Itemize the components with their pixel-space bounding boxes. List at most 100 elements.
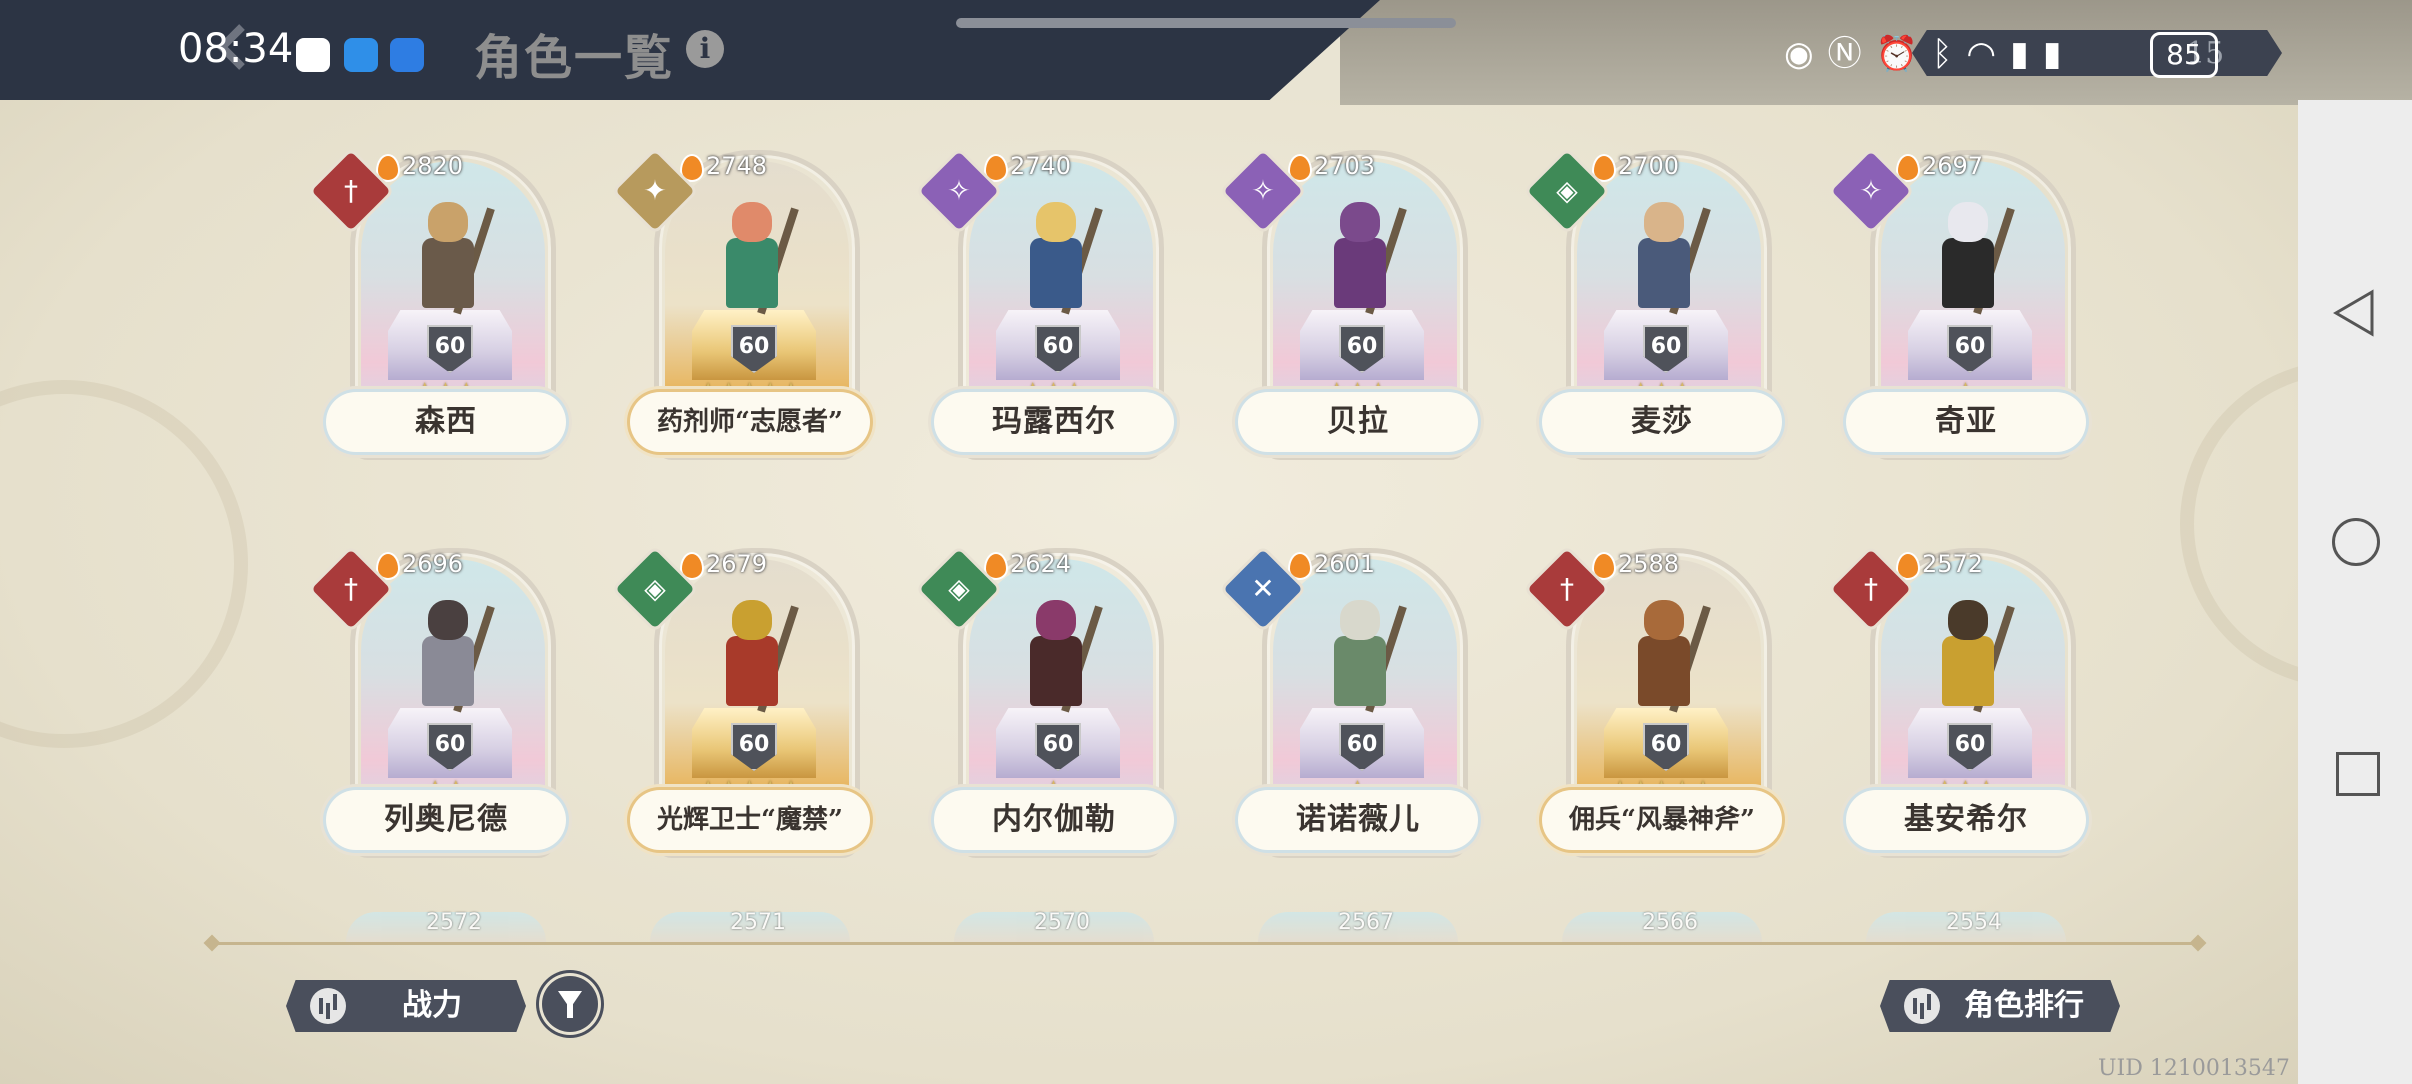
sword-icon-glyph: † — [1864, 572, 1878, 605]
character-card[interactable]: 60★★★★★2679◈光辉卫士“魔禁” — [611, 538, 870, 898]
nav-recents-icon[interactable] — [2336, 752, 2380, 796]
character-name: 森西 — [326, 392, 566, 452]
power-value: 2700 — [1618, 152, 1680, 180]
ranking-icon — [1904, 988, 1940, 1024]
character-body — [1334, 636, 1386, 706]
weibo-notification-icon — [344, 38, 378, 72]
partial-character-card[interactable]: 2572 — [346, 910, 546, 942]
character-card[interactable]: 60★★★2700◈麦莎 — [1523, 140, 1782, 500]
character-sprite — [410, 600, 495, 724]
character-body — [422, 238, 474, 308]
power-value: 2820 — [402, 152, 464, 180]
character-name: 玛露西尔 — [934, 392, 1174, 452]
character-sprite — [1322, 202, 1407, 326]
character-sprite — [714, 600, 799, 724]
partial-power-value: 2570 — [1034, 910, 1090, 935]
nav-panel — [2298, 100, 2412, 1084]
character-name: 贝拉 — [1238, 392, 1478, 452]
power-value: 2588 — [1618, 550, 1680, 578]
character-name: 奇亚 — [1846, 392, 2086, 452]
character-name: 诺诺薇儿 — [1238, 790, 1478, 850]
power-value: 2624 — [1010, 550, 1072, 578]
character-card[interactable]: 60★2601✕诺诺薇儿 — [1219, 538, 1478, 898]
user-id: UID 1210013547 — [2098, 1056, 2290, 1081]
partial-power-value: 2566 — [1642, 910, 1698, 935]
power-value: 2703 — [1314, 152, 1376, 180]
character-head — [1036, 202, 1076, 242]
character-head — [1948, 600, 1988, 640]
character-sprite — [714, 202, 799, 326]
alarm-icon: ⏰ — [1875, 34, 1919, 74]
battery-indicator: 85 — [2150, 32, 2218, 78]
character-card[interactable]: 60★★★2820†森西 — [307, 140, 566, 500]
character-sprite — [1626, 202, 1711, 326]
sword-icon-glyph: † — [344, 174, 358, 207]
character-body — [1942, 636, 1994, 706]
app-notification-icon — [296, 38, 330, 72]
character-name: 列奥尼德 — [326, 790, 566, 850]
character-card[interactable]: 60★★★2740✧玛露西尔 — [915, 140, 1174, 500]
character-head — [1340, 202, 1380, 242]
status-time: 08:34 — [178, 26, 294, 72]
partial-character-card[interactable]: 2571 — [650, 910, 850, 942]
character-sprite — [1930, 202, 2015, 326]
bar-chart-icon — [310, 988, 346, 1024]
character-sprite — [1018, 600, 1103, 724]
character-head — [1036, 600, 1076, 640]
sword-icon-glyph: † — [1560, 572, 1574, 605]
partial-character-card[interactable]: 2570 — [954, 910, 1154, 942]
nav-home-icon[interactable] — [2332, 518, 2380, 566]
magic-icon-glyph: ✧ — [947, 174, 971, 207]
partial-character-card[interactable]: 2567 — [1258, 910, 1458, 942]
filter-button[interactable] — [542, 976, 598, 1032]
character-body — [726, 636, 778, 706]
sort-power-button[interactable]: 战力 — [286, 980, 526, 1032]
character-head — [1644, 600, 1684, 640]
character-body — [1942, 238, 1994, 308]
character-head — [1644, 202, 1684, 242]
character-head — [1340, 600, 1380, 640]
character-card[interactable]: 60★★★2703✧贝拉 — [1219, 140, 1478, 500]
signal2-icon: ▮ — [2042, 34, 2062, 74]
power-value: 2748 — [706, 152, 768, 180]
character-head — [732, 202, 772, 242]
gesture-bar — [956, 18, 1456, 28]
magic-icon-glyph: ✧ — [1859, 174, 1883, 207]
character-card[interactable]: 60★★★★★2748✦药剂师“志愿者” — [611, 140, 870, 500]
power-value: 2601 — [1314, 550, 1376, 578]
character-body — [422, 636, 474, 706]
power-value: 2679 — [706, 550, 768, 578]
partial-character-card[interactable]: 2554 — [1866, 910, 2066, 942]
eye-icon: ◉ — [1784, 34, 1814, 74]
character-card[interactable]: 60★★★★★2588†佣兵“风暴神斧” — [1523, 538, 1782, 898]
power-value: 2697 — [1922, 152, 1984, 180]
character-card[interactable]: 60★2697✧奇亚 — [1827, 140, 2086, 500]
character-head — [428, 600, 468, 640]
partial-power-value: 2572 — [426, 910, 482, 935]
nav-back-icon[interactable] — [2332, 288, 2376, 338]
character-sprite — [1626, 600, 1711, 724]
partial-character-card[interactable]: 2566 — [1562, 910, 1762, 942]
power-value: 2740 — [1010, 152, 1072, 180]
character-card[interactable]: 60★★★2572†基安希尔 — [1827, 538, 2086, 898]
character-body — [1638, 636, 1690, 706]
power-value: 2572 — [1922, 550, 1984, 578]
character-name: 内尔伽勒 — [934, 790, 1174, 850]
shield-icon-glyph: ◈ — [644, 572, 666, 605]
character-card[interactable]: 60★★2696†列奥尼德 — [307, 538, 566, 898]
character-ranking-button[interactable]: 角色排行 — [1880, 980, 2120, 1032]
character-head — [428, 202, 468, 242]
page-title: 角色一覧 — [474, 30, 675, 86]
character-ranking-label: 角色排行 — [1964, 988, 2084, 1023]
partial-power-value: 2554 — [1946, 910, 2002, 935]
character-sprite — [410, 202, 495, 326]
character-name: 基安希尔 — [1846, 790, 2086, 850]
character-name: 光辉卫士“魔禁” — [630, 790, 870, 850]
power-value: 2696 — [402, 550, 464, 578]
character-card[interactable]: 60★2624◈内尔伽勒 — [915, 538, 1174, 898]
signal-icon: ▮ — [2010, 34, 2029, 74]
info-icon[interactable]: i — [686, 30, 724, 68]
character-sprite — [1018, 202, 1103, 326]
character-body — [1030, 238, 1082, 308]
crossed-icon-glyph: ✕ — [1251, 572, 1275, 605]
